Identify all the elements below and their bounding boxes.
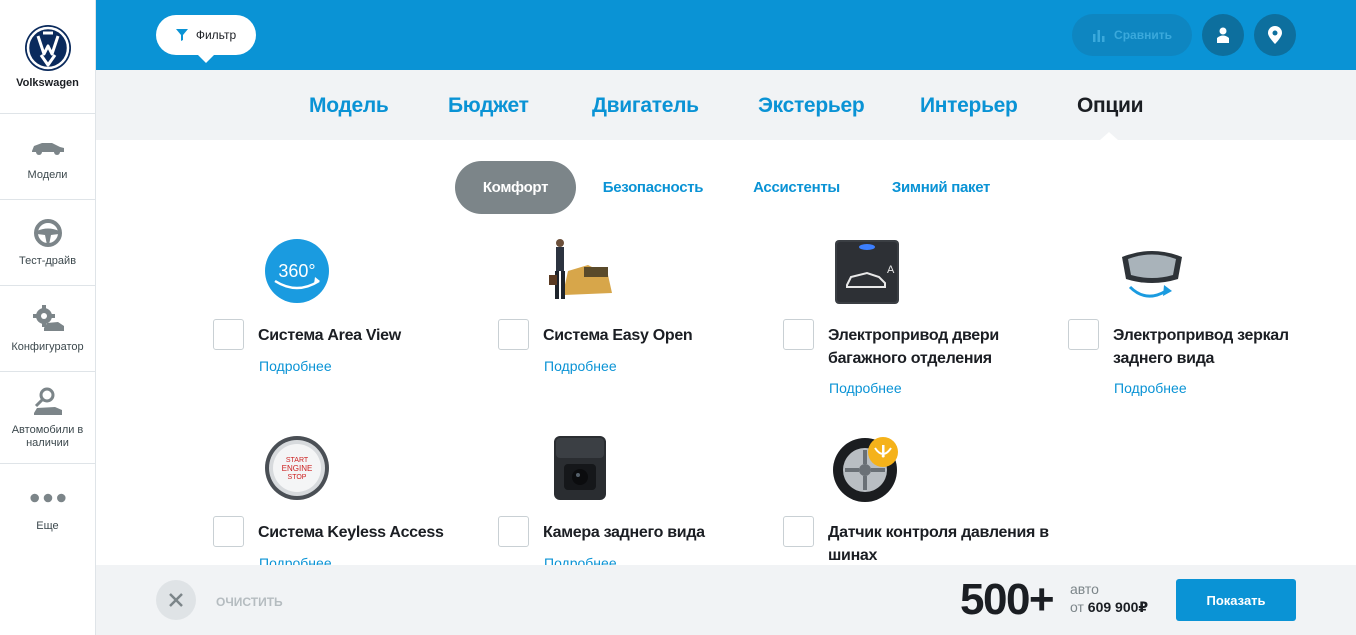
svg-text:STOP: STOP — [288, 474, 307, 481]
car-icon — [29, 131, 67, 163]
price-prefix: от — [1070, 599, 1084, 615]
account-button[interactable] — [1202, 14, 1244, 56]
tab-model[interactable]: Модель — [309, 94, 389, 118]
sidebar-item-label: Модели — [27, 169, 68, 181]
tab-budget[interactable]: Бюджет — [448, 94, 529, 118]
option-title: Камера заднего вида — [543, 524, 705, 541]
subtab-comfort[interactable]: Комфорт — [455, 161, 576, 214]
compare-button[interactable]: Сравнить — [1072, 14, 1192, 56]
configurator-gear-car-icon — [29, 303, 67, 335]
tab-engine[interactable]: Двигатель — [592, 94, 699, 118]
option-title: Система Easy Open — [543, 327, 693, 344]
option-checkbox[interactable] — [783, 319, 814, 350]
bottom-bar: ОЧИСТИТЬ 500+ авто от 609 900₽ Показать — [96, 565, 1356, 635]
option-title: Система Area View — [258, 327, 401, 344]
tab-interior[interactable]: Интерьер — [920, 94, 1018, 118]
main-tabs: Модель Бюджет Двигатель Экстерьер Интерь… — [96, 70, 1356, 140]
min-price: 609 900₽ — [1087, 599, 1149, 615]
filter-label: Фильтр — [195, 28, 237, 42]
360-view-icon: 360° — [265, 239, 329, 303]
price-from: от 609 900₽ — [1070, 599, 1148, 616]
option-checkbox[interactable] — [498, 319, 529, 350]
location-button[interactable] — [1254, 14, 1296, 56]
brand-home-link[interactable]: Volkswagen — [0, 0, 95, 114]
show-results-button[interactable]: Показать — [1176, 579, 1296, 621]
brand-name: Volkswagen — [16, 77, 79, 89]
sidebar-item-label: Автомобили в наличии — [11, 423, 84, 449]
option-title: Электропривод зеркал заднего вида — [1113, 327, 1289, 367]
active-tab-pointer — [1100, 132, 1118, 140]
clear-label[interactable]: ОЧИСТИТЬ — [216, 595, 283, 609]
bar-chart-icon — [1093, 30, 1105, 42]
details-link[interactable]: Подробнее — [1114, 380, 1187, 396]
option-checkbox[interactable] — [213, 319, 244, 350]
sidebar-item-in-stock[interactable]: Автомобили в наличии — [0, 372, 95, 464]
map-pin-icon — [1268, 26, 1282, 44]
sidebar-item-label: Еще — [36, 519, 59, 532]
tab-options[interactable]: Опции — [1077, 94, 1144, 118]
option-checkbox[interactable] — [498, 516, 529, 547]
easy-open-trunk-image — [549, 239, 612, 299]
option-title: Система Keyless Access — [258, 524, 444, 541]
more-dots-icon — [29, 482, 67, 514]
user-icon — [1217, 27, 1229, 43]
sidebar-item-label: Конфигуратор — [11, 341, 84, 353]
svg-text:ENGINE: ENGINE — [282, 464, 313, 473]
tire-pressure-sensor-image — [833, 437, 898, 502]
sidebar-item-test-drive[interactable]: Тест-драйв — [0, 200, 95, 286]
start-engine-button-image: START ENGINE STOP — [265, 436, 329, 500]
sidebar-item-configurator[interactable]: Конфигуратор — [0, 286, 95, 372]
tab-exterior[interactable]: Экстерьер — [758, 94, 865, 118]
sidebar-item-more[interactable]: Еще — [0, 464, 95, 550]
sidebar-item-models[interactable]: Модели — [0, 114, 95, 200]
option-checkbox[interactable] — [213, 516, 244, 547]
subtab-safety[interactable]: Безопасность — [596, 161, 710, 214]
rear-camera-image — [554, 436, 606, 500]
steering-wheel-icon — [29, 217, 67, 249]
svg-text:START: START — [286, 457, 309, 464]
option-checkbox[interactable] — [783, 516, 814, 547]
funnel-icon — [175, 29, 188, 41]
option-title: Датчик контроля давления в шинах — [828, 524, 1049, 564]
option-checkbox[interactable] — [1068, 319, 1099, 350]
mirror-fold-image — [1122, 251, 1182, 298]
details-link[interactable]: Подробнее — [259, 358, 332, 374]
trunk-button-image: A — [835, 240, 899, 304]
results-unit: авто — [1070, 581, 1099, 597]
svg-text:A: A — [887, 264, 895, 276]
details-link[interactable]: Подробнее — [544, 358, 617, 374]
compare-label: Сравнить — [1114, 28, 1172, 42]
filter-button[interactable]: Фильтр — [156, 15, 256, 63]
close-icon — [169, 593, 183, 607]
car-search-icon — [29, 386, 67, 418]
sidebar: Volkswagen Модели Тест-драйв Конфигурато… — [0, 0, 96, 635]
top-bar: Фильтр Сравнить — [96, 0, 1356, 70]
volkswagen-logo-icon — [24, 25, 71, 71]
details-link[interactable]: Подробнее — [829, 380, 902, 396]
results-count: 500+ — [960, 575, 1055, 624]
subtab-assistants[interactable]: Ассистенты — [745, 161, 848, 214]
clear-button[interactable] — [156, 580, 196, 620]
subtab-winter-pack[interactable]: Зимний пакет — [882, 161, 1000, 214]
option-title: Электропривод двери багажного отделения — [828, 327, 999, 367]
svg-text:360°: 360° — [278, 261, 315, 281]
sidebar-item-label: Тест-драйв — [18, 255, 77, 267]
